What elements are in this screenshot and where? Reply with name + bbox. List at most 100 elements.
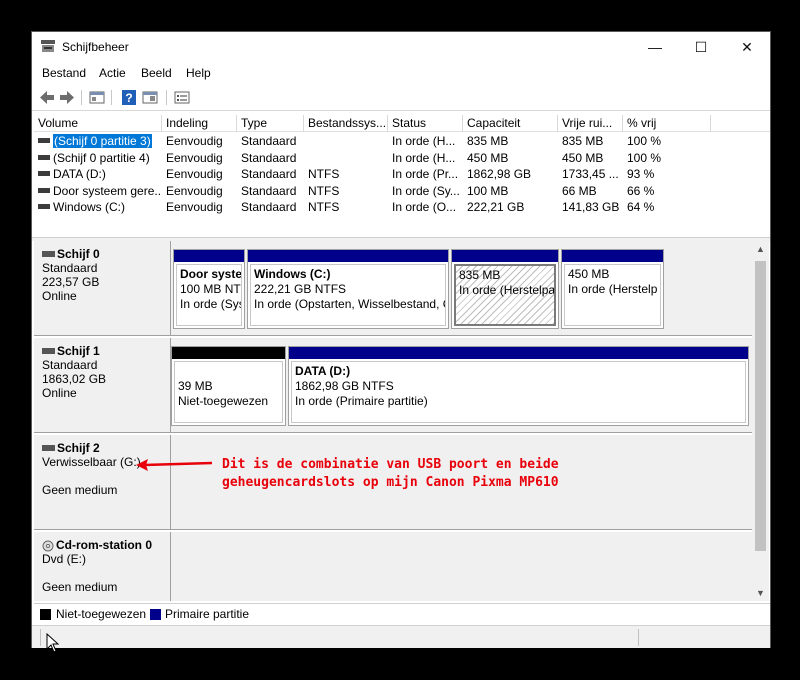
partition-status: In orde (Herstelpar	[459, 283, 556, 297]
annotation-text: Dit is de combinatie van USB poort en be…	[222, 456, 559, 492]
drive-icon	[42, 444, 55, 451]
table-cell-type: Standaard	[241, 150, 297, 165]
table-cell-fs: NTFS	[308, 167, 340, 181]
table-cell-volume: Door systeem gere...	[34, 183, 162, 199]
table-cell-pct: 93 %	[627, 167, 655, 181]
volume-name: Windows (C:)	[53, 200, 126, 214]
back-arrow-icon[interactable]	[38, 89, 56, 106]
primary-swatch	[150, 609, 161, 620]
disk-management-icon	[41, 40, 55, 52]
disk-type: Standaard	[42, 261, 98, 275]
minimize-button[interactable]: —	[632, 32, 678, 62]
column-header-percent-free[interactable]: % vrij	[623, 115, 711, 132]
column-header-capacity[interactable]: Capaciteit	[463, 115, 558, 132]
table-cell-fs	[304, 133, 388, 149]
table-cell-volume: Windows (C:)	[34, 199, 162, 215]
partition-size: 222,21 GB NTFS	[254, 282, 347, 296]
cdrom-icon	[42, 540, 54, 552]
partition-block[interactable]: 835 MB In orde (Herstelpar	[451, 249, 559, 329]
partition-size: 100 MB NTF	[180, 282, 242, 296]
menu-actie[interactable]: Actie	[99, 66, 126, 80]
vertical-scrollbar[interactable]: ▲ ▼	[752, 241, 769, 601]
table-cell-status: In orde (H...	[392, 134, 456, 148]
partition-block[interactable]: Door systee 100 MB NTF In orde (Sys	[173, 249, 245, 329]
column-header-status[interactable]: Status	[388, 115, 463, 132]
disk-size: 1863,02 GB	[42, 372, 107, 386]
toolbar-separator	[111, 90, 112, 105]
menu-bestand[interactable]: Bestand	[42, 66, 86, 80]
unallocated-block[interactable]: 39 MB Niet-toegewezen	[171, 346, 286, 426]
volume-icon	[38, 154, 50, 160]
console-icon[interactable]	[141, 89, 159, 106]
table-cell-capacity: 835 MB	[467, 134, 509, 148]
list-view-icon[interactable]	[173, 89, 191, 106]
column-header-layout[interactable]: Indeling	[162, 115, 237, 132]
table-row[interactable]: (Schijf 0 partitie 4) Eenvoudig Standaard I…	[34, 150, 770, 166]
table-cell-capacity: 1862,98 GB	[467, 167, 532, 181]
title-bar: Schijfbeheer — ☐ ✕	[32, 32, 770, 62]
volume-icon	[38, 138, 50, 144]
table-cell-capacity: 450 MB	[467, 150, 509, 165]
table-row[interactable]: (Schijf 0 partitie 3) Eenvoudig Standaard I…	[34, 133, 770, 149]
table-cell-capacity: 100 MB	[467, 183, 509, 198]
properties-icon[interactable]	[88, 89, 106, 106]
partition-size: 1862,98 GB NTFS	[295, 379, 394, 393]
toolbar-separator	[81, 90, 82, 105]
column-header-free-space[interactable]: Vrije rui...	[558, 115, 623, 132]
disk-label[interactable]: Cd-rom-station 0 Dvd (E:) Geen medium	[34, 532, 171, 601]
scroll-thumb[interactable]	[755, 261, 766, 551]
volume-list-header: Volume Indeling Type Bestandssys... Stat…	[34, 115, 770, 132]
partition-status: In orde (Opstarten, Wisselbestand, C	[254, 297, 446, 311]
partition-details: 450 MB In orde (Herstelp	[564, 264, 661, 326]
table-cell-pct: 64 %	[627, 200, 655, 214]
volume-list[interactable]: Volume Indeling Type Bestandssys... Stat…	[34, 115, 770, 237]
table-cell-type: Standaard	[241, 167, 297, 181]
table-row[interactable]: DATA (D:) Eenvoudig Standaard NTFS In orde (…	[34, 166, 770, 182]
table-cell-free: 66 MB	[562, 183, 597, 198]
help-icon[interactable]: ?	[120, 89, 138, 106]
disk-row: Cd-rom-station 0 Dvd (E:) Geen medium	[34, 532, 752, 601]
close-button[interactable]: ✕	[724, 32, 770, 62]
partition-block[interactable]: Windows (C:) 222,21 GB NTFS In orde (Ops…	[247, 249, 449, 329]
table-cell-status: In orde (O...	[392, 200, 457, 214]
annotation-line: geheugencardslots op mijn Canon Pixma MP…	[222, 475, 559, 490]
forward-arrow-icon[interactable]	[58, 89, 76, 106]
menu-beeld[interactable]: Beeld	[141, 66, 172, 80]
drive-icon	[42, 347, 55, 354]
table-cell-status: In orde (Sy...	[392, 183, 460, 198]
table-cell-layout: Eenvoudig	[166, 134, 223, 148]
disk-type: Standaard	[42, 358, 98, 372]
table-cell-layout: Eenvoudig	[166, 167, 223, 181]
disk-label[interactable]: Schijf 1 Standaard 1863,02 GB Online	[34, 338, 171, 433]
column-header-type[interactable]: Type	[237, 115, 304, 132]
partition-details: DATA (D:) 1862,98 GB NTFS In orde (Prima…	[291, 361, 746, 423]
disk-name: Schijf 1	[57, 344, 100, 358]
menu-help[interactable]: Help	[186, 66, 211, 80]
table-cell-free: 1733,45 ...	[562, 167, 619, 181]
maximize-button[interactable]: ☐	[678, 32, 724, 62]
column-header-filesystem[interactable]: Bestandssys...	[304, 115, 388, 132]
legend: Niet-toegewezen Primaire partitie	[34, 603, 770, 623]
menu-bar: Bestand Actie Beeld Help	[32, 62, 770, 84]
disk-partitions-area: Door systee 100 MB NTF In orde (Sys Wind…	[171, 241, 752, 336]
disk-label[interactable]: Schijf 0 Standaard 223,57 GB Online	[34, 241, 171, 336]
partition-status: Niet-toegewezen	[178, 394, 269, 408]
disk-label[interactable]: Schijf 2 Verwisselbaar (G:) Geen medium	[34, 435, 171, 530]
disk-partitions-area: 39 MB Niet-toegewezen DATA (D:) 1862,98 …	[171, 338, 752, 433]
partition-status: In orde (Herstelp	[568, 282, 658, 296]
table-cell-type: Standaard	[241, 134, 297, 148]
partition-block[interactable]: DATA (D:) 1862,98 GB NTFS In orde (Prima…	[288, 346, 749, 426]
partition-name: DATA (D:)	[295, 364, 351, 378]
table-cell-fs: NTFS	[308, 200, 340, 214]
column-header-volume[interactable]: Volume	[34, 115, 162, 132]
partition-size: 450 MB	[568, 267, 610, 281]
scroll-up-arrow-icon[interactable]: ▲	[752, 241, 769, 257]
table-row[interactable]: Door systeem gere... Eenvoudig Standaard NT…	[34, 183, 770, 199]
partition-block[interactable]: 450 MB In orde (Herstelp	[561, 249, 664, 329]
table-row[interactable]: Windows (C:) Eenvoudig Standaard NTFS In ord…	[34, 199, 770, 215]
table-cell-fs	[304, 150, 388, 166]
primary-partition-bar	[562, 250, 663, 262]
disk-partitions-area	[171, 532, 752, 601]
scroll-down-arrow-icon[interactable]: ▼	[752, 585, 769, 601]
partition-details: Windows (C:) 222,21 GB NTFS In orde (Ops…	[250, 264, 446, 326]
